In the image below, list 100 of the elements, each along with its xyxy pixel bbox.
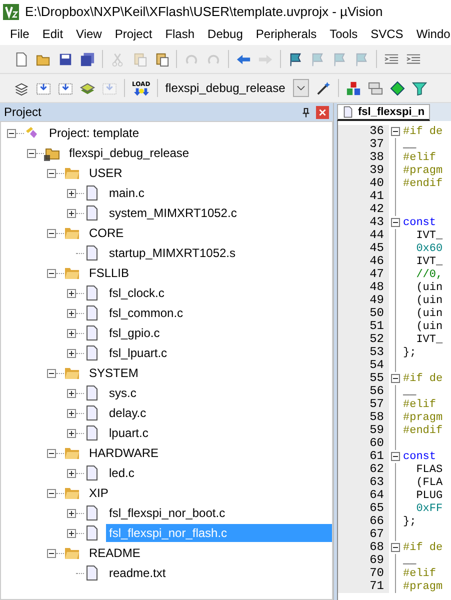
paste-icon[interactable] (154, 52, 169, 66)
editor-tab[interactable]: fsl_flexspi_n (337, 104, 430, 121)
code-line: (uin (415, 320, 443, 332)
tree-item[interactable]: README (86, 544, 144, 562)
menu-item[interactable]: View (70, 27, 109, 41)
dropdown-caret-icon[interactable] (293, 79, 310, 97)
code-line: #pragm (402, 412, 443, 424)
tree-item[interactable]: fsl_lpuart.c (106, 344, 170, 362)
expander-icon[interactable] (7, 128, 16, 138)
code-line: }; (402, 346, 416, 358)
line-number: 70 (338, 567, 389, 580)
tree-item[interactable]: USER (86, 164, 126, 182)
indent-icon[interactable] (406, 52, 421, 66)
menu-item[interactable]: Project (108, 27, 160, 41)
expander-icon[interactable] (67, 428, 76, 438)
code-line: PLUG (415, 490, 443, 502)
fold-toggle-icon[interactable] (390, 543, 400, 552)
target-dropdown[interactable]: flexspi_debug_release (165, 79, 310, 97)
layers-icon[interactable] (80, 80, 95, 96)
indent-icon[interactable] (384, 52, 399, 66)
fold-toggle-icon[interactable] (390, 127, 400, 136)
code-line: #if de (402, 542, 443, 554)
tree-item[interactable]: XIP (86, 484, 112, 502)
code-line: (uin (415, 294, 443, 306)
blocks-icon[interactable] (346, 80, 362, 96)
fold-toggle-icon[interactable] (390, 218, 400, 227)
line-number: 71 (338, 580, 389, 593)
menu-item[interactable]: Debug (202, 27, 250, 41)
code-line: #pragm (402, 164, 443, 176)
tree-item[interactable]: Project: template (46, 124, 142, 142)
tree-item[interactable]: fsl_common.c (106, 304, 186, 322)
menu-item[interactable]: Peripherals (250, 27, 324, 41)
code-line: IVT_ (415, 230, 443, 242)
expander-icon[interactable] (27, 148, 36, 158)
tree-item[interactable]: FSLLIB (86, 264, 132, 282)
tree-item[interactable]: HARDWARE (86, 444, 162, 462)
menu-item[interactable]: File (4, 27, 36, 41)
funnel-icon[interactable] (412, 80, 428, 96)
expander-icon[interactable] (47, 548, 56, 558)
tree-item[interactable]: fsl_flexspi_nor_boot.c (106, 504, 228, 522)
save-icon[interactable] (58, 52, 73, 66)
code-line: #endif (402, 178, 443, 190)
diamond-icon[interactable] (390, 80, 406, 96)
code-line: __ (402, 386, 416, 398)
line-number: 68 (338, 541, 389, 554)
expander-icon[interactable] (67, 328, 76, 338)
tree-item[interactable]: fsl_gpio.c (106, 324, 163, 342)
menu-item[interactable]: Flash (159, 27, 202, 41)
expander-icon[interactable] (47, 228, 56, 238)
line-number: 50 (338, 307, 389, 320)
expander-icon[interactable] (67, 528, 76, 538)
line-number: 54 (338, 359, 389, 372)
menu-item[interactable]: Windo (410, 27, 451, 41)
tree-item[interactable]: fsl_clock.c (106, 284, 168, 302)
expander-icon[interactable] (47, 168, 56, 178)
expander-icon[interactable] (47, 488, 56, 498)
tree-item[interactable]: main.c (106, 184, 148, 202)
stack-icon[interactable] (14, 80, 29, 96)
magic-wand-icon[interactable] (316, 80, 332, 96)
line-number: 49 (338, 294, 389, 307)
line-number: 62 (338, 463, 389, 476)
menu-item[interactable]: Tools (324, 27, 365, 41)
code-line: #endif (402, 424, 443, 436)
expander-icon[interactable] (67, 388, 76, 398)
code-line: const (402, 216, 436, 228)
close-icon[interactable] (316, 106, 329, 118)
expander-icon[interactable] (47, 268, 56, 278)
save-all-icon[interactable] (80, 52, 95, 66)
code-line: #elif (402, 398, 436, 410)
tree-item[interactable]: flexspi_debug_release (66, 144, 192, 162)
tree-item[interactable]: delay.c (106, 404, 150, 422)
expander-icon[interactable] (67, 288, 76, 298)
expander-icon[interactable] (67, 308, 76, 318)
fold-toggle-icon[interactable] (390, 452, 400, 461)
line-number: 46 (338, 255, 389, 268)
expander-icon[interactable] (67, 188, 76, 198)
new-file-icon[interactable] (14, 52, 29, 66)
tree-item[interactable]: readme.txt (106, 564, 169, 582)
fold-toggle-icon[interactable] (390, 374, 400, 383)
tree-item[interactable]: SYSTEM (86, 364, 142, 382)
expander-icon[interactable] (67, 348, 76, 358)
flag-icon[interactable] (288, 52, 303, 66)
expander-icon[interactable] (67, 408, 76, 418)
menu-item[interactable]: SVCS (364, 27, 410, 41)
tree-item[interactable]: led.c (106, 464, 138, 482)
code-line: __ (402, 554, 416, 566)
tree-item[interactable]: lpuart.c (106, 424, 152, 442)
windows-icon[interactable] (368, 80, 384, 96)
tree-item[interactable]: CORE (86, 224, 127, 242)
menu-item[interactable]: Edit (36, 27, 70, 41)
expander-icon[interactable] (67, 468, 76, 478)
pin-icon[interactable] (302, 106, 310, 118)
expander-icon[interactable] (47, 368, 56, 378)
expander-icon[interactable] (67, 208, 76, 218)
line-number: 40 (338, 177, 389, 190)
tree-item[interactable]: sys.c (106, 384, 140, 402)
tree-item[interactable]: system_MIMXRT1052.c (106, 204, 240, 222)
tree-item[interactable]: startup_MIMXRT1052.s (106, 244, 238, 262)
expander-icon[interactable] (67, 508, 76, 518)
expander-icon[interactable] (47, 448, 56, 458)
